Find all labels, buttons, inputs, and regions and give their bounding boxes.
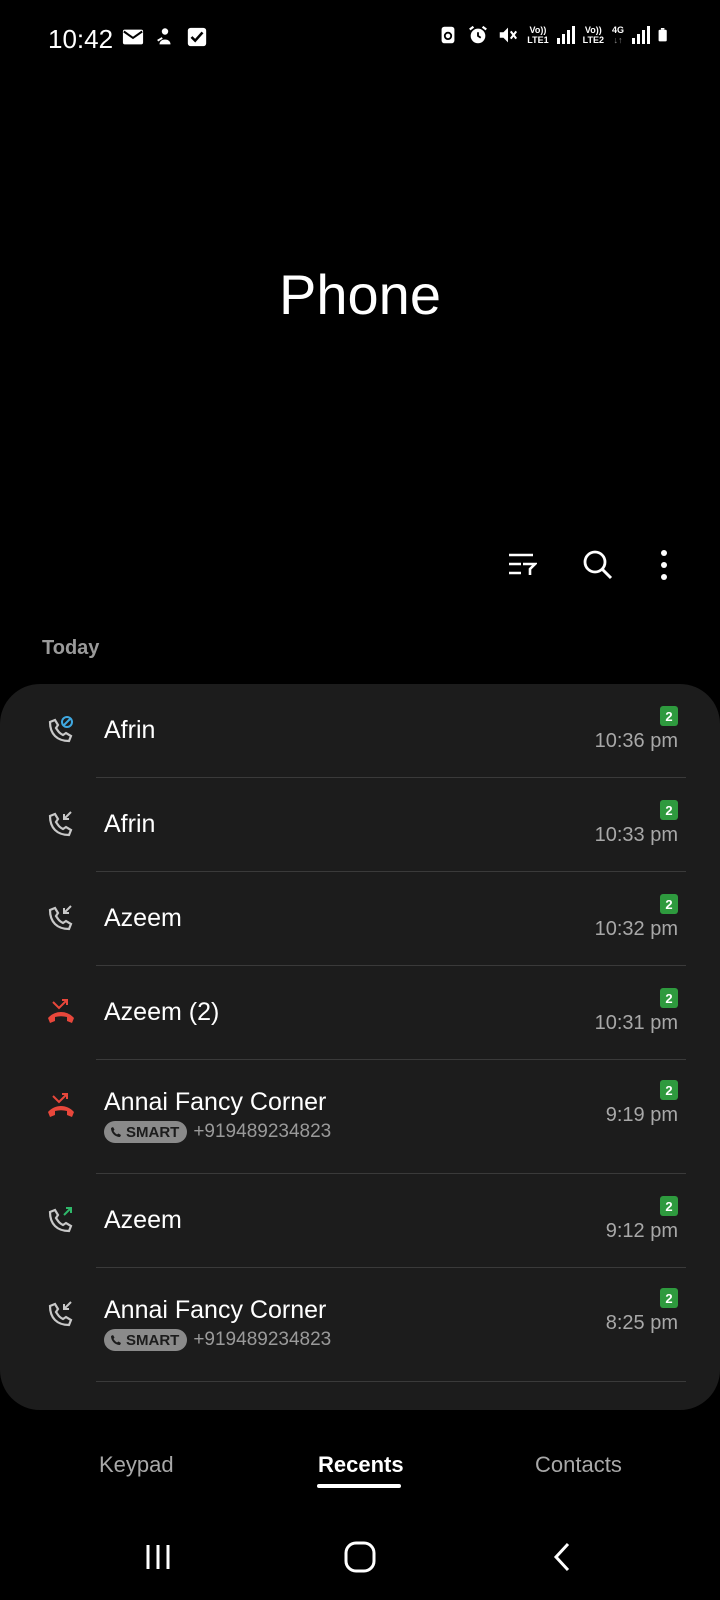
- network-4g-indicator: 4G ↓↑: [612, 25, 624, 45]
- call-log-row[interactable]: Annai Fancy Corner SMART +919489234823 2…: [0, 1268, 720, 1382]
- system-status-icons: Vo)) LTE1 Vo)) LTE2 4G ↓↑: [437, 24, 672, 46]
- call-time: 10:31 pm: [594, 1012, 678, 1034]
- filter-button[interactable]: [502, 545, 542, 585]
- more-options-icon: [661, 550, 667, 580]
- checkbox-icon: [187, 27, 207, 47]
- incoming-call-icon: [48, 1301, 73, 1327]
- call-time: 10:33 pm: [594, 824, 678, 846]
- screenshot-icon: [441, 26, 455, 44]
- call-log-row[interactable]: Azeem 2 9:12 pm: [0, 1174, 720, 1268]
- call-log-row[interactable]: Afrin 2 10:36 pm: [0, 684, 720, 778]
- incoming-call-icon: [48, 905, 73, 931]
- back-icon: [553, 1542, 570, 1572]
- call-time: 8:25 pm: [605, 1312, 678, 1334]
- more-options-button[interactable]: [644, 545, 684, 585]
- contact-name: Annai Fancy Corner: [104, 1088, 327, 1116]
- sim1-lte-label: LTE1: [527, 35, 549, 45]
- call-time: 10:36 pm: [594, 730, 678, 752]
- recent-apps-icon: [146, 1545, 170, 1569]
- row-divider: [96, 1381, 686, 1382]
- call-log-row[interactable]: Azeem 2 10:32 pm: [0, 872, 720, 966]
- call-time: 9:19 pm: [605, 1104, 678, 1126]
- sim2-lte-label: LTE2: [582, 35, 604, 45]
- smart-call-badge: SMART: [104, 1121, 188, 1143]
- sim-badge: 2: [660, 988, 678, 1008]
- sim2-volte-indicator: Vo)) LTE2: [583, 25, 604, 45]
- outgoing-call-icon: [48, 1207, 73, 1233]
- contact-name: Azeem: [104, 1206, 182, 1234]
- alarm-icon: [469, 25, 488, 44]
- signal-strength-2-icon: [632, 26, 650, 44]
- network-type-label: 4G: [611, 25, 624, 35]
- smart-badge-label: SMART: [126, 1123, 180, 1141]
- system-navigation-bar: [0, 1520, 720, 1600]
- section-header-today: Today: [42, 637, 100, 659]
- notification-icons: [122, 26, 208, 48]
- phone-number: +919489234823: [193, 1121, 332, 1142]
- call-time: 10:32 pm: [594, 918, 678, 940]
- status-bar: 10:42 Vo)) LTE1 Vo)) LTE2 4G ↓↑: [0, 0, 720, 80]
- sim-badge: 2: [660, 894, 678, 914]
- contact-details: SMART +919489234823: [104, 1121, 331, 1143]
- phone-icon: [111, 1127, 121, 1137]
- bottom-tabs: Keypad Recents Contacts: [0, 1440, 720, 1500]
- call-log-row[interactable]: Azeem (2) 2 10:31 pm: [0, 966, 720, 1060]
- sim-badge: 2: [660, 706, 678, 726]
- sim-badge: 2: [660, 1288, 678, 1308]
- sim1-volte-indicator: Vo)) LTE1: [527, 25, 548, 45]
- contact-name: Annai Fancy Corner: [104, 1296, 327, 1324]
- phone-number: +919489234823: [193, 1329, 332, 1350]
- sim-badge: 2: [660, 1080, 678, 1100]
- page-title: Phone: [279, 263, 441, 326]
- tab-recents[interactable]: Recents: [318, 1452, 404, 1478]
- filter-icon: [509, 553, 537, 575]
- sim1-volte-label: Vo)): [529, 25, 547, 35]
- missed-call-icon: [48, 999, 74, 1023]
- contact-name: Azeem (2): [104, 998, 220, 1026]
- data-activity-label: ↓↑: [613, 35, 623, 45]
- contact-name: Afrin: [104, 810, 156, 838]
- battery-icon: [658, 28, 667, 42]
- phone-icon: [111, 1335, 121, 1345]
- status-time: 10:42: [48, 24, 114, 54]
- mute-icon: [500, 27, 518, 43]
- missed-call-icon: [48, 1093, 74, 1117]
- mail-icon: [122, 29, 144, 45]
- signal-strength-1-icon: [556, 26, 575, 44]
- search-icon: [583, 550, 613, 580]
- call-time: 9:12 pm: [605, 1220, 678, 1242]
- contact-name: Azeem: [104, 904, 182, 932]
- contact-details: SMART +919489234823: [104, 1329, 331, 1351]
- smart-call-badge: SMART: [104, 1329, 188, 1351]
- recent-apps-button[interactable]: [133, 1532, 183, 1582]
- sim-badge: 2: [660, 800, 678, 820]
- incoming-call-icon: [48, 811, 73, 837]
- tab-contacts[interactable]: Contacts: [535, 1452, 622, 1478]
- sim-badge: 2: [660, 1196, 678, 1216]
- back-button[interactable]: [537, 1532, 587, 1582]
- recent-calls-list[interactable]: Afrin 2 10:36 pm Afrin 2 10:33 pm Azeem …: [0, 684, 720, 1410]
- blocked-call-icon: [48, 716, 73, 743]
- search-button[interactable]: [578, 545, 618, 585]
- sim2-volte-label: Vo)): [584, 25, 602, 35]
- call-log-row[interactable]: Annai Fancy Corner SMART +919489234823 2…: [0, 1060, 720, 1174]
- contact-name: Afrin: [104, 716, 156, 744]
- active-tab-indicator: [317, 1484, 401, 1488]
- home-button[interactable]: [335, 1532, 385, 1582]
- call-log-row[interactable]: Afrin 2 10:33 pm: [0, 778, 720, 872]
- home-icon: [344, 1541, 376, 1573]
- person-icon: [157, 28, 171, 45]
- tab-keypad[interactable]: Keypad: [99, 1452, 174, 1478]
- smart-badge-label: SMART: [126, 1331, 180, 1349]
